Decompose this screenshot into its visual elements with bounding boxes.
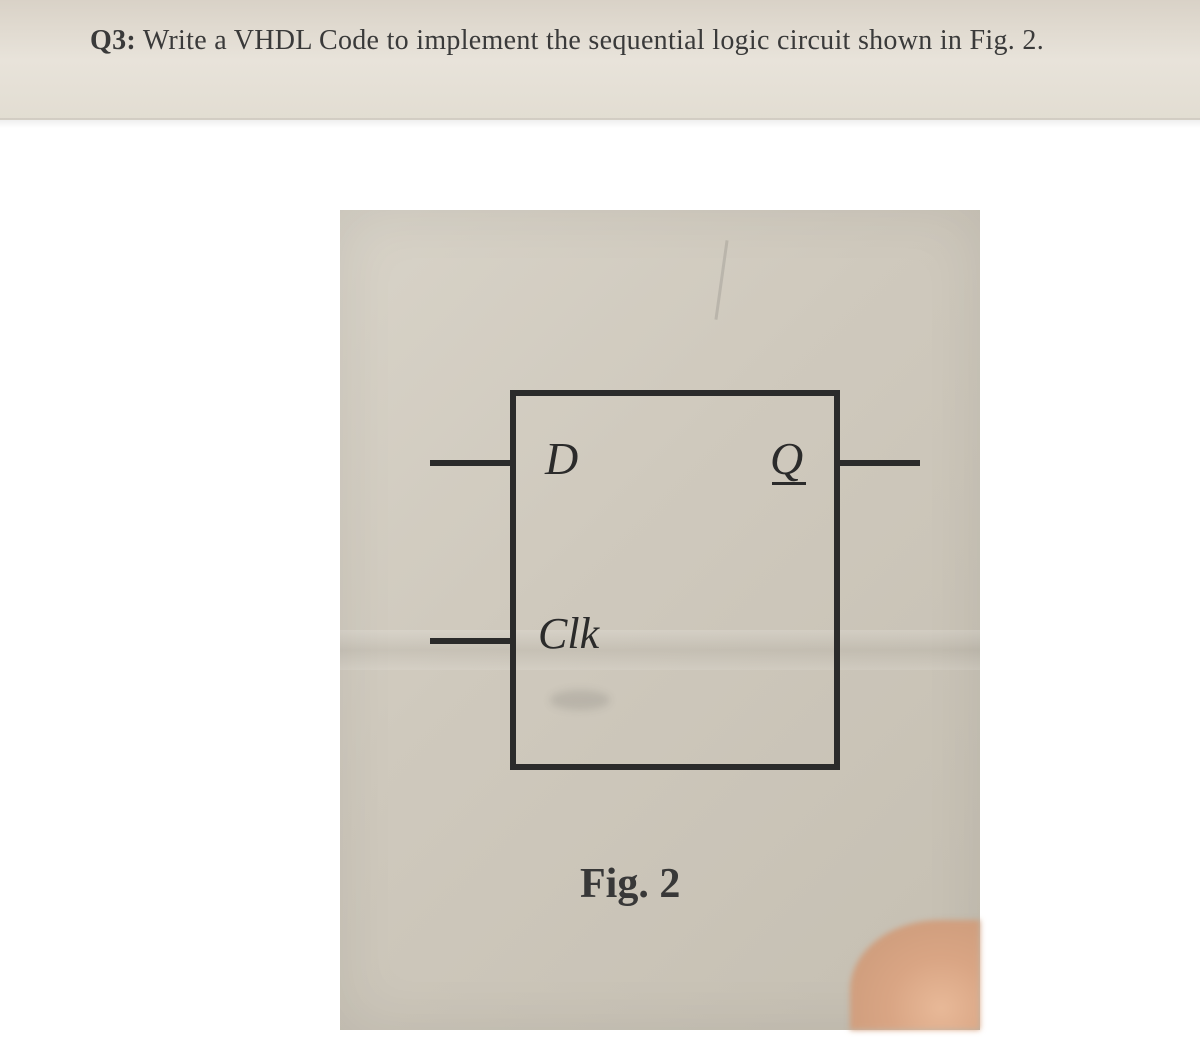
strip-shadow xyxy=(0,118,1200,128)
port-label-q: Q xyxy=(770,432,803,485)
question-strip: Q3: Write a VHDL Code to implement the s… xyxy=(0,0,1200,120)
wire-d-input xyxy=(430,460,514,466)
finger-blur xyxy=(850,920,980,1030)
pencil-scratch xyxy=(714,240,728,320)
port-label-d: D xyxy=(545,432,578,485)
figure-photo: D Q Clk Fig. 2 xyxy=(340,210,980,1030)
question-prefix: Q3: xyxy=(90,25,136,56)
wire-clk-input xyxy=(430,638,514,644)
q-underline xyxy=(772,482,806,485)
port-label-clk: Clk xyxy=(538,608,599,659)
question-text: Q3: Write a VHDL Code to implement the s… xyxy=(90,25,1140,57)
ink-smudge xyxy=(550,690,610,710)
question-body: Write a VHDL Code to implement the seque… xyxy=(143,25,1044,56)
wire-q-output xyxy=(836,460,920,466)
figure-caption: Fig. 2 xyxy=(580,860,680,908)
